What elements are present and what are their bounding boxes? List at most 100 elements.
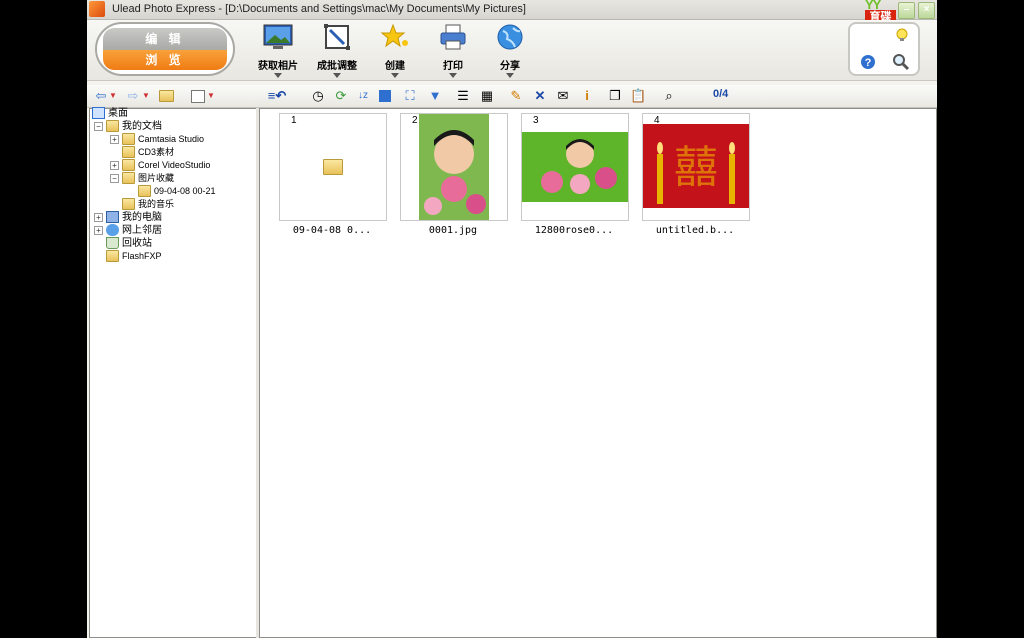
filter-icon[interactable]: ▼ <box>427 88 443 104</box>
thumbnail-caption: untitled.b... <box>655 225 735 236</box>
magnifier-icon[interactable] <box>892 53 910 71</box>
collapse-toggle[interactable]: − <box>94 122 103 131</box>
tree-item-cd3[interactable]: CD3素材 <box>90 146 250 159</box>
chevron-down-icon[interactable] <box>506 73 514 78</box>
tree-item-desktop[interactable]: 桌面 <box>90 107 250 120</box>
printer-icon <box>440 24 466 50</box>
mode-switch: 编 辑 浏 览 <box>95 22 235 76</box>
undo-list-icon[interactable]: ≡↶ <box>259 88 295 104</box>
documents-folder-icon <box>106 120 119 132</box>
svg-text:囍: 囍 <box>674 142 718 193</box>
chevron-down-icon[interactable] <box>333 73 341 78</box>
lightbulb-icon[interactable] <box>894 27 910 43</box>
folder-icon <box>122 146 135 158</box>
up-folder-icon[interactable] <box>159 90 174 102</box>
forward-arrow-icon[interactable]: ⇨ <box>125 88 141 104</box>
tree-item-pictures[interactable]: − 图片收藏 <box>90 172 250 185</box>
thumbnail-number: 2 <box>412 115 418 126</box>
thumbnail-caption: 09-04-08 0... <box>292 225 372 236</box>
desktop-icon <box>92 107 105 119</box>
star-sparkle-icon <box>380 23 408 48</box>
app-icon[interactable] <box>89 1 105 17</box>
selection-counter: 0/4 <box>713 88 729 100</box>
browse-toolbar: ⇦ ▼ ⇨ ▼ ▼ ≡↶ ◷ ⟳ ↓z ⛶ ▼ ☰ ▦ ✎ ✕ ✉ i ❐ 📋 … <box>87 85 937 108</box>
chevron-down-icon[interactable]: ▼ <box>109 88 117 104</box>
rose-photo-image <box>522 132 628 202</box>
help-panel: ? <box>848 22 920 76</box>
tree-item-camtasia[interactable]: + Camtasia Studio <box>90 133 250 146</box>
chevron-down-icon[interactable] <box>391 73 399 78</box>
child-photo-image <box>419 114 489 220</box>
window-title: Ulead Photo Express - [D:\Documents and … <box>112 3 526 15</box>
computer-icon <box>106 211 119 223</box>
thumbnail-area: 1 09-04-08 0... 2 0001.jpg 3 12800rose0.… <box>259 108 937 638</box>
get-photos-button[interactable]: 获取相片 <box>253 23 303 79</box>
svg-text:?: ? <box>865 57 872 69</box>
back-arrow-icon[interactable]: ⇦ <box>93 88 109 104</box>
details-list-icon[interactable]: ☰ <box>455 88 471 104</box>
pictures-folder-icon <box>122 172 135 184</box>
tree-item-my-documents[interactable]: − 我的文档 <box>90 120 250 133</box>
thumbnail-3[interactable]: 3 <box>521 113 629 221</box>
thumbnail-2[interactable]: 2 <box>400 113 508 221</box>
thumbnail-4[interactable]: 4 囍 <box>642 113 750 221</box>
create-button[interactable]: 创建 <box>370 23 420 79</box>
tree-item-corel[interactable]: + Corel VideoStudio <box>90 159 250 172</box>
mail-icon[interactable]: ✉ <box>555 88 571 104</box>
monitor-photo-icon <box>263 24 293 49</box>
expand-toggle[interactable]: + <box>94 226 103 235</box>
clock-icon[interactable]: ◷ <box>310 88 326 104</box>
chevron-down-icon[interactable] <box>274 73 282 78</box>
thumbnail-grid-icon[interactable]: ▦ <box>479 88 495 104</box>
minimize-button[interactable]: – <box>898 2 915 19</box>
title-bar: Ulead Photo Express - [D:\Documents and … <box>87 0 937 36</box>
globe-icon <box>497 24 523 50</box>
pencil-icon[interactable]: ✎ <box>508 88 524 104</box>
network-icon <box>106 224 119 236</box>
share-button[interactable]: 分享 <box>485 23 535 79</box>
thumbnail-1[interactable]: 1 <box>279 113 387 221</box>
copy-icon[interactable]: ❐ <box>607 88 623 104</box>
create-label: 创建 <box>385 61 405 72</box>
folder-icon <box>122 159 135 171</box>
share-label: 分享 <box>500 61 520 72</box>
tree-item-music[interactable]: 我的音乐 <box>90 198 250 211</box>
recycle-bin-icon <box>106 237 119 249</box>
print-button[interactable]: 打印 <box>428 23 478 79</box>
tree-item-flashfxp[interactable]: FlashFXP <box>90 250 250 263</box>
tree-item-recycle-bin[interactable]: 回收站 <box>90 237 250 250</box>
tree-item-network[interactable]: + 网上邻居 <box>90 224 250 237</box>
chevron-down-icon[interactable]: ▼ <box>207 88 215 104</box>
batch-adjust-button[interactable]: 成批调整 <box>312 23 362 79</box>
sort-icon[interactable]: ↓z <box>355 88 371 104</box>
collapse-toggle[interactable]: − <box>110 174 119 183</box>
paste-icon[interactable]: 📋 <box>630 88 646 104</box>
tree-item-pic-folder[interactable]: 09-04-08 00-21 <box>90 185 250 198</box>
browse-mode-button[interactable]: 浏 览 <box>103 50 227 70</box>
info-icon[interactable]: i <box>579 88 595 104</box>
select-all-icon[interactable] <box>379 90 391 102</box>
music-folder-icon <box>122 198 135 210</box>
edit-mode-button[interactable]: 编 辑 <box>103 28 227 50</box>
chevron-down-icon[interactable] <box>449 73 457 78</box>
view-mode-icon[interactable] <box>191 90 205 103</box>
close-button[interactable]: × <box>918 2 935 19</box>
candles-image: 囍 <box>643 124 749 208</box>
folder-icon <box>323 159 343 175</box>
expand-toggle[interactable]: + <box>110 161 119 170</box>
thumbnail-number: 1 <box>291 115 297 126</box>
expand-toggle[interactable]: + <box>110 135 119 144</box>
main-toolbar: 编 辑 浏 览 获取相片 成批调整 创建 打印 分享 ? <box>87 20 937 81</box>
refresh-icon[interactable]: ⟳ <box>333 88 349 104</box>
expand-toggle[interactable]: + <box>94 213 103 222</box>
folder-icon <box>106 250 119 262</box>
chevron-down-icon[interactable]: ▼ <box>142 88 150 104</box>
find-image-icon[interactable]: ⌕ <box>661 88 677 104</box>
get-photos-label: 获取相片 <box>258 61 298 72</box>
delete-icon[interactable]: ✕ <box>532 88 548 104</box>
fit-icon[interactable]: ⛶ <box>402 88 418 104</box>
batch-adjust-label: 成批调整 <box>317 61 357 72</box>
help-icon[interactable]: ? <box>860 54 876 70</box>
print-label: 打印 <box>443 61 463 72</box>
tree-item-my-computer[interactable]: + 我的电脑 <box>90 211 250 224</box>
